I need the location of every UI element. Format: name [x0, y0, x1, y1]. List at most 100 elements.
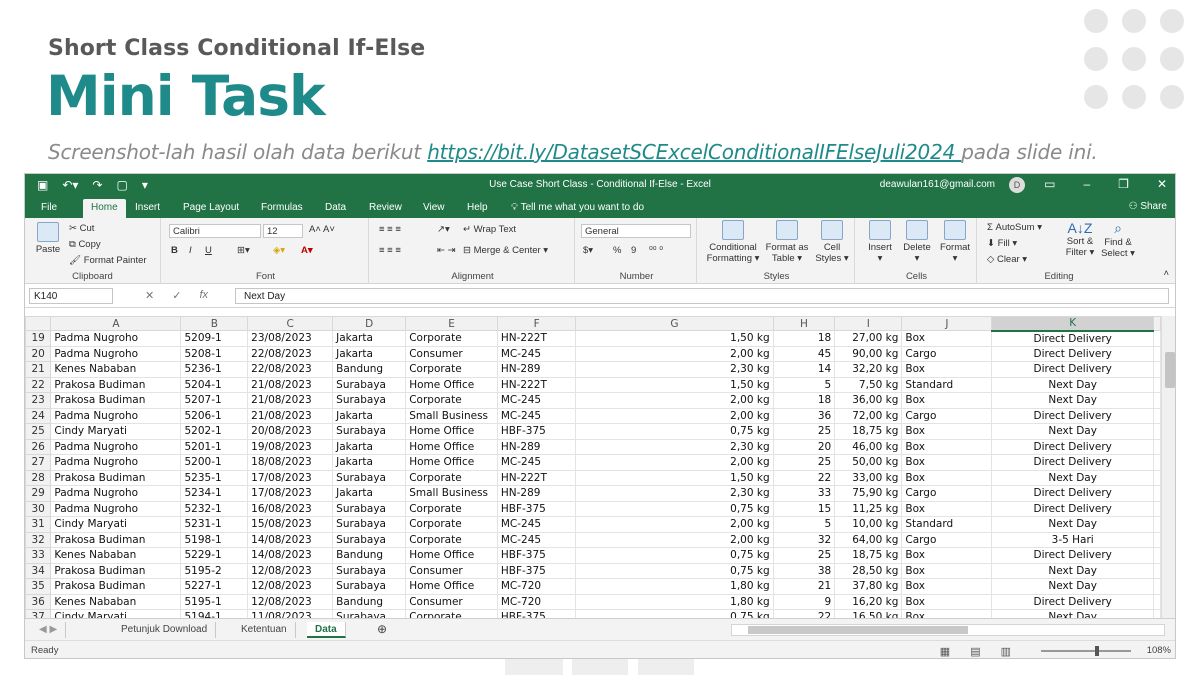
cell-g[interactable]: 2,30 kg — [575, 485, 774, 502]
cell-b[interactable]: 5201-1 — [180, 438, 249, 455]
cell-d[interactable]: Jakarta — [332, 345, 407, 362]
bold-button[interactable]: B — [171, 245, 178, 256]
cell-i[interactable]: 7,50 kg — [834, 376, 903, 393]
cell-e[interactable]: Home Office — [405, 438, 498, 455]
cell-b[interactable]: 5231-1 — [180, 516, 249, 533]
share-button[interactable]: ⚇ Share — [1129, 201, 1167, 212]
cell-c[interactable]: 17/08/2023 — [247, 485, 334, 502]
cell-k[interactable]: Next Day — [991, 516, 1154, 533]
cell-b[interactable]: 5198-1 — [180, 531, 249, 548]
cell-g[interactable]: 1,50 kg — [575, 469, 774, 486]
column-header-k[interactable]: K — [991, 316, 1154, 332]
cell-h[interactable]: 15 — [772, 500, 836, 517]
cell-c[interactable]: 14/08/2023 — [247, 531, 334, 548]
delete-cells-button[interactable]: Delete ▾ — [899, 220, 935, 264]
cell-a[interactable]: Kenes Nababan — [50, 547, 182, 564]
tab-insert[interactable]: Insert — [127, 199, 168, 218]
cell-i[interactable]: 18,75 kg — [834, 547, 903, 564]
zoom-slider[interactable] — [1041, 646, 1131, 656]
vertical-scrollbar[interactable] — [1161, 316, 1175, 618]
cell-a[interactable]: Padma Nugroho — [50, 500, 182, 517]
cell-d[interactable]: Surabaya — [332, 500, 407, 517]
autosum-button[interactable]: Σ AutoSum ▾ — [987, 222, 1042, 233]
row-header[interactable]: 35 — [25, 578, 52, 595]
row-header[interactable]: 21 — [25, 361, 52, 378]
page-layout-view-icon[interactable]: ▤ — [970, 645, 980, 658]
row-header[interactable]: 26 — [25, 438, 52, 455]
cell-a[interactable]: Prakosa Budiman — [50, 578, 182, 595]
currency-icon[interactable]: $▾ — [583, 245, 593, 256]
cell-b[interactable]: 5195-1 — [180, 593, 249, 610]
cell-c[interactable]: 12/08/2023 — [247, 593, 334, 610]
fill-color-icon[interactable]: ◈▾ — [273, 245, 285, 256]
cell-b[interactable]: 5208-1 — [180, 345, 249, 362]
row-header[interactable]: 28 — [25, 469, 52, 486]
cell-h[interactable]: 20 — [772, 438, 836, 455]
horizontal-scroll-thumb[interactable] — [748, 626, 968, 634]
cell-j[interactable]: Cargo — [901, 485, 993, 502]
tab-file[interactable]: File — [33, 199, 65, 218]
cell-h[interactable]: 9 — [772, 593, 836, 610]
cell-b[interactable]: 5227-1 — [180, 578, 249, 595]
cell-f[interactable]: MC-245 — [496, 407, 577, 424]
cell-i[interactable]: 27,00 kg — [834, 330, 903, 347]
cell-h[interactable]: 38 — [772, 562, 836, 579]
cell-g[interactable]: 2,00 kg — [575, 516, 774, 533]
tab-data[interactable]: Data — [317, 199, 354, 218]
cell-extra[interactable] — [1153, 578, 1161, 595]
row-header[interactable]: 30 — [25, 500, 52, 517]
cell-d[interactable]: Bandung — [332, 593, 407, 610]
cell-b[interactable]: 5194-1 — [180, 609, 249, 618]
merge-center-button[interactable]: ⊟ Merge & Center ▾ — [463, 245, 548, 256]
cell-extra[interactable] — [1153, 345, 1161, 362]
cell-f[interactable]: HBF-375 — [496, 562, 577, 579]
cell-d[interactable]: Jakarta — [332, 438, 407, 455]
cell-c[interactable]: 19/08/2023 — [247, 438, 334, 455]
cell-e[interactable]: Small Business — [405, 407, 498, 424]
cell-j[interactable]: Cargo — [901, 531, 993, 548]
cell-h[interactable]: 21 — [772, 578, 836, 595]
column-header-d[interactable]: D — [332, 316, 407, 331]
cell-d[interactable]: Surabaya — [332, 531, 407, 548]
cell-h[interactable]: 22 — [772, 469, 836, 486]
maximize-icon[interactable]: ❐ — [1118, 177, 1129, 191]
cell-f[interactable]: MC-720 — [496, 578, 577, 595]
cell-b[interactable]: 5206-1 — [180, 407, 249, 424]
conditional-formatting-button[interactable]: Conditional Formatting ▾ — [705, 220, 761, 264]
cell-d[interactable]: Surabaya — [332, 562, 407, 579]
row-header[interactable]: 32 — [25, 531, 52, 548]
cell-c[interactable]: 12/08/2023 — [247, 578, 334, 595]
insert-cells-button[interactable]: Insert ▾ — [863, 220, 897, 264]
cell-g[interactable]: 0,75 kg — [575, 547, 774, 564]
cell-e[interactable]: Consumer — [405, 345, 498, 362]
cell-g[interactable]: 2,00 kg — [575, 407, 774, 424]
cell-b[interactable]: 5200-1 — [180, 454, 249, 471]
cell-e[interactable]: Consumer — [405, 562, 498, 579]
cell-c[interactable]: 18/08/2023 — [247, 454, 334, 471]
cell-i[interactable]: 37,80 kg — [834, 578, 903, 595]
cell-j[interactable]: Cargo — [901, 407, 993, 424]
cell-g[interactable]: 2,30 kg — [575, 438, 774, 455]
sort-filter-button[interactable]: A↓Z Sort & Filter ▾ — [1063, 220, 1097, 258]
cell-extra[interactable] — [1153, 485, 1161, 502]
cell-a[interactable]: Cindy Maryati — [50, 423, 182, 440]
tab-home[interactable]: Home — [83, 199, 126, 218]
function-icon[interactable]: fx — [199, 289, 208, 302]
row-header[interactable]: 33 — [25, 547, 52, 564]
cell-b[interactable]: 5235-1 — [180, 469, 249, 486]
row-header[interactable]: 36 — [25, 593, 52, 610]
cell-i[interactable]: 18,75 kg — [834, 423, 903, 440]
cell-i[interactable]: 50,00 kg — [834, 454, 903, 471]
cell-d[interactable]: Jakarta — [332, 330, 407, 347]
cell-i[interactable]: 75,90 kg — [834, 485, 903, 502]
underline-button[interactable]: U — [205, 245, 212, 256]
cell-h[interactable]: 18 — [772, 392, 836, 409]
cell-k[interactable]: Next Day — [991, 469, 1154, 486]
cell-extra[interactable] — [1153, 531, 1161, 548]
cell-k[interactable]: Direct Delivery — [991, 438, 1154, 455]
cell-i[interactable]: 11,25 kg — [834, 500, 903, 517]
close-icon[interactable]: ✕ — [1157, 177, 1167, 191]
column-header-i[interactable]: I — [834, 316, 903, 331]
cell-j[interactable]: Standard — [901, 376, 993, 393]
cell-a[interactable]: Kenes Nababan — [50, 593, 182, 610]
